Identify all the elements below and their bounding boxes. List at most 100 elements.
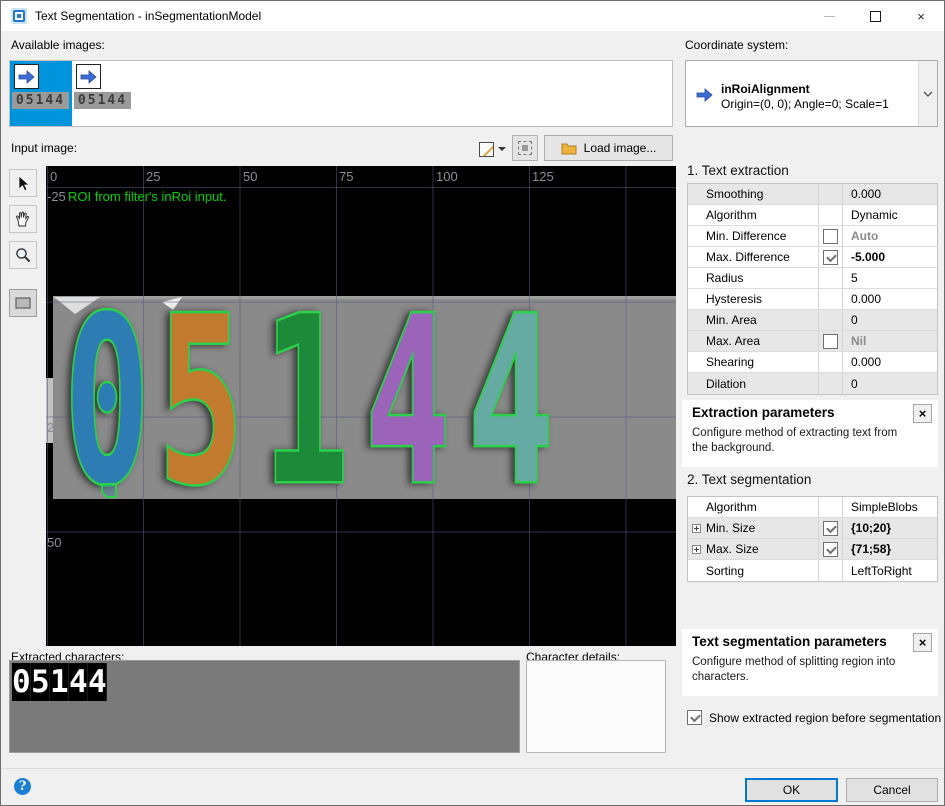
param-label: Algorithm xyxy=(706,500,757,514)
character-details-panel xyxy=(526,660,666,753)
load-image-label: Load image... xyxy=(584,141,657,155)
extraction-info-close-button[interactable]: × xyxy=(913,404,932,423)
region-tool-button[interactable] xyxy=(9,289,37,317)
param-value[interactable]: 0.000 xyxy=(843,352,937,372)
expand-icon[interactable] xyxy=(692,524,701,533)
segmentation-info-close-button[interactable]: × xyxy=(913,633,932,652)
input-image-canvas[interactable]: 0 25 50 75 100 125 -25 25 50 ROI from fi… xyxy=(46,166,676,646)
param-row[interactable]: Min. Area0 xyxy=(688,310,937,331)
param-label: Max. Size xyxy=(706,542,759,556)
param-label: Dilation xyxy=(706,377,746,391)
roi-note: ROI from filter's inRoi input. xyxy=(68,189,227,204)
svg-text:25: 25 xyxy=(146,169,160,184)
svg-text:-25: -25 xyxy=(47,189,66,204)
param-row[interactable]: Dilation 0 xyxy=(688,373,937,394)
param-row[interactable]: Min. Difference Auto xyxy=(688,226,937,247)
expand-icon[interactable] xyxy=(692,545,701,554)
param-value[interactable]: {71;58} xyxy=(843,539,937,559)
param-value[interactable]: Nil xyxy=(843,331,937,351)
coordinate-system-dropdown[interactable]: inRoiAlignment Origin=(0, 0); Angle=0; S… xyxy=(685,60,938,127)
character-tile[interactable]: 5 xyxy=(31,663,50,701)
minimize-button[interactable] xyxy=(806,1,852,31)
svg-text:25: 25 xyxy=(47,420,61,435)
param-value[interactable]: 0.000 xyxy=(843,184,937,204)
param-value[interactable]: Auto xyxy=(843,226,937,246)
param-row[interactable]: Max. Size {71;58} xyxy=(688,539,937,560)
param-row[interactable]: SortingLeftToRight xyxy=(688,560,937,581)
help-icon[interactable]: ? xyxy=(14,778,31,795)
selection-mode-button[interactable] xyxy=(479,138,506,160)
param-row[interactable]: Algorithm Dynamic xyxy=(688,205,937,226)
param-value[interactable]: 0 xyxy=(843,310,937,330)
image-thumbnail-1[interactable]: 05144 xyxy=(10,61,72,126)
param-label: Radius xyxy=(706,271,743,285)
fit-to-window-button[interactable] xyxy=(512,135,538,161)
show-region-checkbox[interactable] xyxy=(687,710,702,725)
load-image-button[interactable]: Load image... xyxy=(544,135,673,161)
param-checkbox[interactable] xyxy=(823,521,838,536)
segmentation-info-title: Text segmentation parameters xyxy=(692,634,887,649)
param-row[interactable]: Smoothing0.000 xyxy=(688,184,937,205)
ok-label: OK xyxy=(783,783,800,797)
extraction-info-desc: Configure method of extracting text from… xyxy=(692,426,914,456)
no-selection-icon xyxy=(479,142,494,157)
digit-blob: 5 xyxy=(158,268,244,536)
param-value[interactable]: SimpleBlobs xyxy=(843,497,937,517)
svg-text:50: 50 xyxy=(47,535,61,550)
param-value[interactable]: 5 xyxy=(843,268,937,288)
param-row[interactable]: Radius 5 xyxy=(688,268,937,289)
param-checkbox[interactable] xyxy=(823,250,838,265)
param-checkbox[interactable] xyxy=(823,542,838,557)
zoom-tool-button[interactable] xyxy=(9,241,37,269)
character-tile[interactable]: 1 xyxy=(50,663,69,701)
param-label: Min. Difference xyxy=(706,229,786,243)
param-row[interactable]: Shearing 0.000 xyxy=(688,352,937,373)
cancel-label: Cancel xyxy=(873,783,910,797)
param-row[interactable]: Min. Size {10;20} xyxy=(688,518,937,539)
param-value[interactable]: {10;20} xyxy=(843,518,937,538)
show-region-option: Show extracted region before segmentatio… xyxy=(687,710,941,725)
folder-icon xyxy=(561,142,577,155)
param-row[interactable]: Algorithm SimpleBlobs xyxy=(688,497,937,518)
coord-arrow-icon xyxy=(696,88,713,105)
svg-text:50: 50 xyxy=(243,169,257,184)
coordinate-detail: Origin=(0, 0); Angle=0; Scale=1 xyxy=(721,97,889,111)
input-image-label: Input image: xyxy=(11,141,77,155)
text-segmentation-dialog: Text Segmentation - inSegmentationModel … xyxy=(0,0,945,806)
param-value[interactable]: 0.000 xyxy=(843,289,937,309)
param-checkbox[interactable] xyxy=(823,229,838,244)
character-tile[interactable]: 0 xyxy=(12,663,31,701)
input-arrow-icon xyxy=(14,64,39,89)
param-row[interactable]: Max. Difference-5.000 xyxy=(688,247,937,268)
coordinate-dropdown-button[interactable] xyxy=(918,61,937,126)
image-thumbnail-2[interactable]: 05144 xyxy=(72,61,134,126)
fit-to-window-icon xyxy=(518,141,532,155)
rectangle-icon xyxy=(14,296,32,310)
param-label: Algorithm xyxy=(706,208,757,222)
maximize-button[interactable] xyxy=(852,1,898,31)
character-tile[interactable]: 4 xyxy=(88,663,107,701)
ok-button[interactable]: OK xyxy=(745,778,838,802)
close-button[interactable]: × xyxy=(898,1,944,31)
text-extraction-header: 1. Text extraction xyxy=(687,163,789,178)
param-value[interactable]: -5.000 xyxy=(843,247,937,267)
param-label: Min. Size xyxy=(706,521,755,535)
maximize-icon xyxy=(870,11,881,22)
close-icon: × xyxy=(919,406,927,421)
param-row[interactable]: Hysteresis0.000 xyxy=(688,289,937,310)
segmentation-info-box: Text segmentation parameters × Configure… xyxy=(682,629,938,696)
character-tile[interactable]: 4 xyxy=(69,663,88,701)
extracted-character-tiles: 0 5 1 4 4 xyxy=(12,663,107,701)
svg-text:75: 75 xyxy=(339,169,353,184)
hand-icon xyxy=(14,210,32,228)
select-tool-button[interactable] xyxy=(9,169,37,197)
param-row[interactable]: Max. AreaNil xyxy=(688,331,937,352)
param-value[interactable]: LeftToRight xyxy=(843,560,937,581)
extracted-characters-panel: 0 5 1 4 4 xyxy=(9,660,520,753)
pan-tool-button[interactable] xyxy=(9,205,37,233)
cancel-button[interactable]: Cancel xyxy=(846,778,938,802)
param-value[interactable]: 0 xyxy=(843,373,937,394)
param-label: Shearing xyxy=(706,355,754,369)
param-value[interactable]: Dynamic xyxy=(843,205,937,225)
param-checkbox[interactable] xyxy=(823,334,838,349)
